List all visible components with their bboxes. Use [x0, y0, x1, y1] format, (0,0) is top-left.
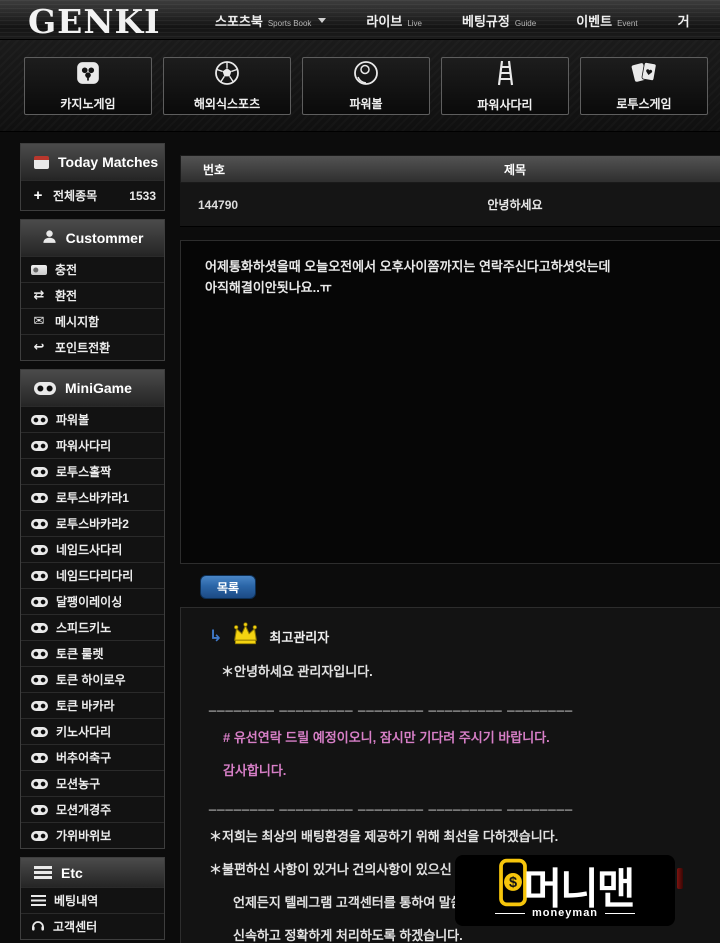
sidebar-item-power-ladder[interactable]: 파워사다리	[21, 432, 164, 458]
sidebar-item-deposit[interactable]: 충전	[21, 256, 164, 282]
gamepad-icon	[31, 804, 48, 815]
post-number: 144790	[198, 197, 239, 212]
sidebar-item-token-baccarat[interactable]: 토큰 바카라	[21, 692, 164, 718]
reply-arrow-icon: ↳	[209, 628, 223, 645]
person-icon	[42, 229, 57, 247]
column-title: 제목	[503, 162, 527, 177]
reply-line: ＊저희는 최상의 배팅환경을 제공하기 위해 최선을 다하겠습니다.	[209, 829, 559, 844]
svg-text:$: $	[508, 875, 516, 891]
reply-notice: # 유선연락 드릴 예정이오니, 잠시만 기다려 주시기 바랍니다.	[223, 730, 550, 745]
sidebar-item-named-daridari[interactable]: 네임드다리다리	[21, 562, 164, 588]
board-header: 번호 제목	[180, 155, 720, 183]
sidebar-item-customer-center[interactable]: 고객센터	[21, 913, 164, 939]
sidebar-item-powerball[interactable]: 파워볼	[21, 406, 164, 432]
exchange-arrows-icon: ⇄	[33, 288, 45, 303]
sidebar-item-point-convert[interactable]: ↩ 포인트전환	[21, 334, 164, 360]
sidebar-item-token-roulette[interactable]: 토큰 룰렛	[21, 640, 164, 666]
list-button[interactable]: 목록	[200, 575, 256, 599]
sidebar-item-token-highlow[interactable]: 토큰 하이로우	[21, 666, 164, 692]
post-title: 안녕하세요	[487, 198, 543, 212]
casino-cards-icon	[75, 60, 101, 91]
gamepad-icon	[31, 596, 48, 607]
customer-header: Custommer	[21, 220, 164, 256]
gamepad-icon	[31, 830, 48, 841]
gamepad-icon	[31, 648, 48, 659]
hidden-red-element	[677, 868, 683, 889]
message-line: 아직해결이안됫나요..ㅠ	[205, 280, 332, 295]
page: GENKI 스포츠북 Sports Book 라이브 Live 베팅규정 Gui…	[0, 0, 720, 943]
gamepad-icon	[31, 674, 48, 685]
reply-separator: ________ _________ ________ _________ __…	[209, 796, 574, 811]
reply-author-name: 최고관리자	[269, 629, 330, 645]
board-row[interactable]: 144790 안녕하세요	[180, 183, 720, 227]
casino-game-button[interactable]: 카지노게임	[24, 57, 152, 115]
sidebar-item-withdraw[interactable]: ⇄ 환전	[21, 282, 164, 308]
reply-thanks: 감사합니다.	[223, 763, 287, 778]
gamepad-icon	[31, 492, 48, 503]
gamepad-icon	[31, 622, 48, 633]
sidebar-item-virtual-soccer[interactable]: 버추어축구	[21, 744, 164, 770]
message-body: 어제통화하셧을때 오늘오전에서 오후사이쯤까지는 연락주신다고하셧엇는데 아직해…	[180, 240, 720, 564]
etc-header: Etc	[21, 858, 164, 887]
sidebar-item-motion-dograce[interactable]: 모션개경주	[21, 796, 164, 822]
watermark-korean: 머니맨	[523, 864, 636, 913]
envelope-icon: ✉	[33, 314, 45, 329]
headset-icon	[31, 919, 45, 935]
today-matches-box: Today Matches + 전체종목 1533	[20, 143, 165, 211]
site-logo[interactable]: GENKI	[28, 2, 161, 41]
card-icon	[31, 264, 47, 275]
sidebar-item-keno-ladder[interactable]: 키노사다리	[21, 718, 164, 744]
gamepad-icon	[31, 778, 48, 789]
minigame-header: MiniGame	[21, 370, 164, 406]
crown-icon	[231, 621, 260, 651]
sidebar: Today Matches + 전체종목 1533 Custommer 충전 ⇄	[20, 143, 165, 943]
divider	[494, 912, 525, 914]
gamepad-icon	[31, 544, 48, 555]
main-content: 번호 제목 144790 안녕하세요 어제통화하셧을때 오늘오전에서 오후사이쯤…	[180, 0, 720, 943]
sidebar-item-lotus-oddeven[interactable]: 로투스홀짝	[21, 458, 164, 484]
sidebar-item-named-ladder[interactable]: 네임드사다리	[21, 536, 164, 562]
gamepad-icon	[31, 440, 48, 451]
customer-box: Custommer 충전 ⇄ 환전 ✉ 메시지함 ↩ 포인트전환	[20, 219, 165, 361]
gamepad-icon	[31, 570, 48, 581]
today-matches-header: Today Matches	[21, 144, 164, 180]
plus-icon: +	[33, 187, 43, 204]
menu-icon	[34, 866, 52, 879]
moneyman-watermark: $ 머니맨 moneyman	[455, 855, 675, 926]
column-number: 번호	[203, 162, 226, 177]
calendar-icon	[34, 155, 49, 169]
gamepad-icon	[31, 414, 48, 425]
reply-line: 신속하고 정확하게 처리하도록 하겠습니다.	[233, 928, 463, 943]
list-icon	[31, 895, 46, 906]
reply-author-row: ↳ 최고관리자	[209, 618, 719, 654]
return-arrow-icon: ↩	[33, 340, 45, 355]
message-line: 어제통화하셧을때 오늘오전에서 오후사이쯤까지는 연락주신다고하셧엇는데	[205, 259, 611, 274]
sidebar-item-messages[interactable]: ✉ 메시지함	[21, 308, 164, 334]
gamepad-icon	[31, 726, 48, 737]
gamepad-icon	[31, 518, 48, 529]
sidebar-item-snail-racing[interactable]: 달팽이레이싱	[21, 588, 164, 614]
sidebar-item-lotus-baccarat2[interactable]: 로투스바카라2	[21, 510, 164, 536]
sidebar-item-speed-keno[interactable]: 스피드키노	[21, 614, 164, 640]
minigame-box: MiniGame 파워볼 파워사다리 로투스홀짝 로투스바카라1 로투스바카라2…	[20, 369, 165, 849]
gamepad-icon	[31, 700, 48, 711]
sidebar-item-bet-history[interactable]: 베팅내역	[21, 887, 164, 913]
gamepad-icon	[34, 381, 56, 395]
sidebar-item-motion-basketball[interactable]: 모션농구	[21, 770, 164, 796]
reply-greeting: ＊안녕하세요 관리자입니다.	[221, 664, 373, 679]
sidebar-item-rock-paper-scissors[interactable]: 가위바위보	[21, 822, 164, 848]
etc-box: Etc 베팅내역 고객센터	[20, 857, 165, 940]
gamepad-icon	[31, 752, 48, 763]
sidebar-item-all-sports[interactable]: + 전체종목 1533	[21, 180, 164, 210]
gamepad-icon	[31, 466, 48, 477]
reply-separator: ________ _________ ________ _________ __…	[209, 697, 574, 712]
all-sports-count: 1533	[129, 188, 156, 203]
sidebar-item-lotus-baccarat1[interactable]: 로투스바카라1	[21, 484, 164, 510]
